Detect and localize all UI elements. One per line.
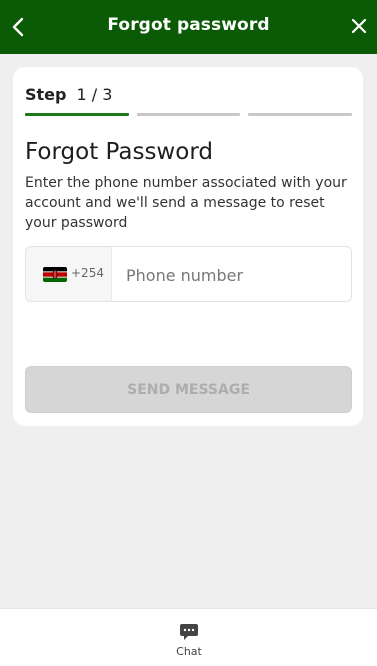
phone-number-input[interactable]: [126, 264, 336, 286]
step-indicator: Step 1 / 3: [25, 85, 352, 117]
send-message-button[interactable]: SEND MESSAGE: [25, 366, 352, 413]
header-bar: Forgot password: [0, 0, 377, 54]
form-description: Enter the phone number associated with y…: [25, 175, 347, 231]
chat-button[interactable]: Chat: [168, 619, 210, 661]
page-title: Forgot password: [107, 15, 270, 35]
forgot-password-card: Step 1 / 3 Forgot Password Enter the phon…: [13, 67, 363, 426]
phone-field: +254: [25, 246, 352, 302]
bottom-nav: Chat: [0, 608, 377, 666]
chat-bubble-icon: [180, 624, 198, 640]
step-segment-2: [137, 113, 240, 116]
step-segment-3: [248, 113, 352, 116]
dial-code: +254: [71, 266, 104, 280]
step-count: 1 / 3: [76, 85, 113, 104]
step-segment-1: [25, 113, 129, 116]
close-icon: [351, 18, 367, 34]
form-heading: Forgot Password: [25, 139, 213, 165]
kenya-flag-icon: [43, 267, 67, 282]
step-word: Step: [25, 85, 67, 104]
country-code-selector[interactable]: +254: [26, 247, 112, 301]
close-button[interactable]: [349, 16, 369, 36]
step-label: Step 1 / 3: [25, 85, 112, 104]
chat-label: Chat: [176, 645, 202, 658]
